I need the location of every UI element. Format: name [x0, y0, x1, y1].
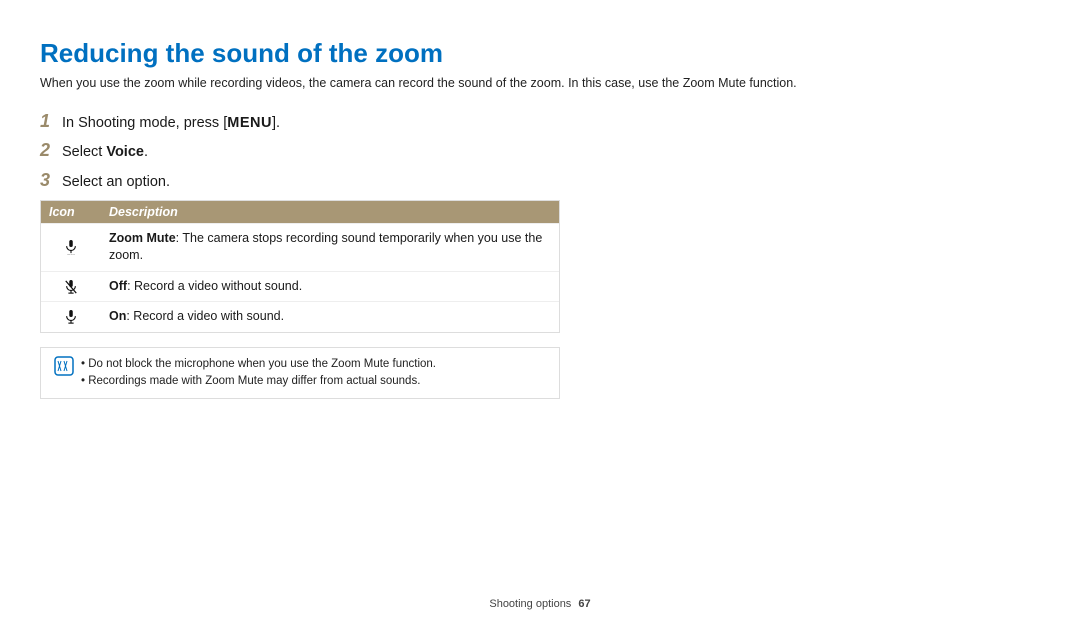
- intro-text: When you use the zoom while recording vi…: [40, 75, 1040, 93]
- voice-label: Voice: [106, 144, 144, 160]
- note-box: Do not block the microphone when you use…: [40, 347, 560, 400]
- option-rest: : Record a video with sound.: [126, 309, 284, 323]
- svg-text:ZOOM: ZOOM: [67, 254, 75, 255]
- note-list: Do not block the microphone when you use…: [77, 356, 436, 391]
- table-header-row: Icon Description: [41, 201, 559, 223]
- mic-on-icon: [41, 302, 101, 332]
- step-text-pre: Select: [62, 144, 106, 160]
- menu-key-label: MENU: [227, 115, 272, 131]
- step-number: 1: [40, 111, 62, 132]
- option-rest: : Record a video without sound.: [127, 279, 302, 293]
- step-text: In Shooting mode, press [MENU].: [62, 113, 280, 135]
- step-text: Select an option.: [62, 172, 170, 194]
- footer-page-number: 67: [578, 598, 590, 610]
- mic-off-icon: [41, 272, 101, 302]
- table-row: ZOOM Zoom Mute: The camera stops recordi…: [41, 223, 559, 271]
- note-icon: [51, 356, 77, 391]
- table-row: Off: Record a video without sound.: [41, 271, 559, 302]
- page-title: Reducing the sound of the zoom: [40, 38, 1040, 69]
- step-3: 3 Select an option.: [40, 170, 560, 194]
- step-2: 2 Select Voice.: [40, 140, 560, 164]
- cell-desc: Zoom Mute: The camera stops recording so…: [101, 224, 559, 271]
- footer-section: Shooting options: [489, 598, 571, 610]
- step-number: 3: [40, 170, 62, 191]
- zoom-mute-icon: ZOOM: [41, 224, 101, 271]
- option-name: Off: [109, 279, 127, 293]
- page-footer: Shooting options 67: [0, 598, 1080, 610]
- options-table: Icon Description ZOOM Zoom Mute: The cam…: [40, 200, 560, 333]
- option-name: On: [109, 309, 126, 323]
- option-name: Zoom Mute: [109, 231, 176, 245]
- step-text-post: ].: [272, 115, 280, 131]
- note-item: Do not block the microphone when you use…: [81, 356, 436, 373]
- step-text-pre: In Shooting mode, press [: [62, 115, 227, 131]
- cell-desc: On: Record a video with sound.: [101, 302, 559, 332]
- note-item: Recordings made with Zoom Mute may diffe…: [81, 373, 436, 390]
- steps-list: 1 In Shooting mode, press [MENU]. 2 Sele…: [40, 111, 560, 400]
- col-header-desc: Description: [101, 201, 559, 223]
- cell-desc: Off: Record a video without sound.: [101, 272, 559, 302]
- table-row: On: Record a video with sound.: [41, 301, 559, 332]
- step-number: 2: [40, 140, 62, 161]
- step-text: Select Voice.: [62, 142, 148, 164]
- step-1: 1 In Shooting mode, press [MENU].: [40, 111, 560, 135]
- col-header-icon: Icon: [41, 201, 101, 223]
- step-text-post: .: [144, 144, 148, 160]
